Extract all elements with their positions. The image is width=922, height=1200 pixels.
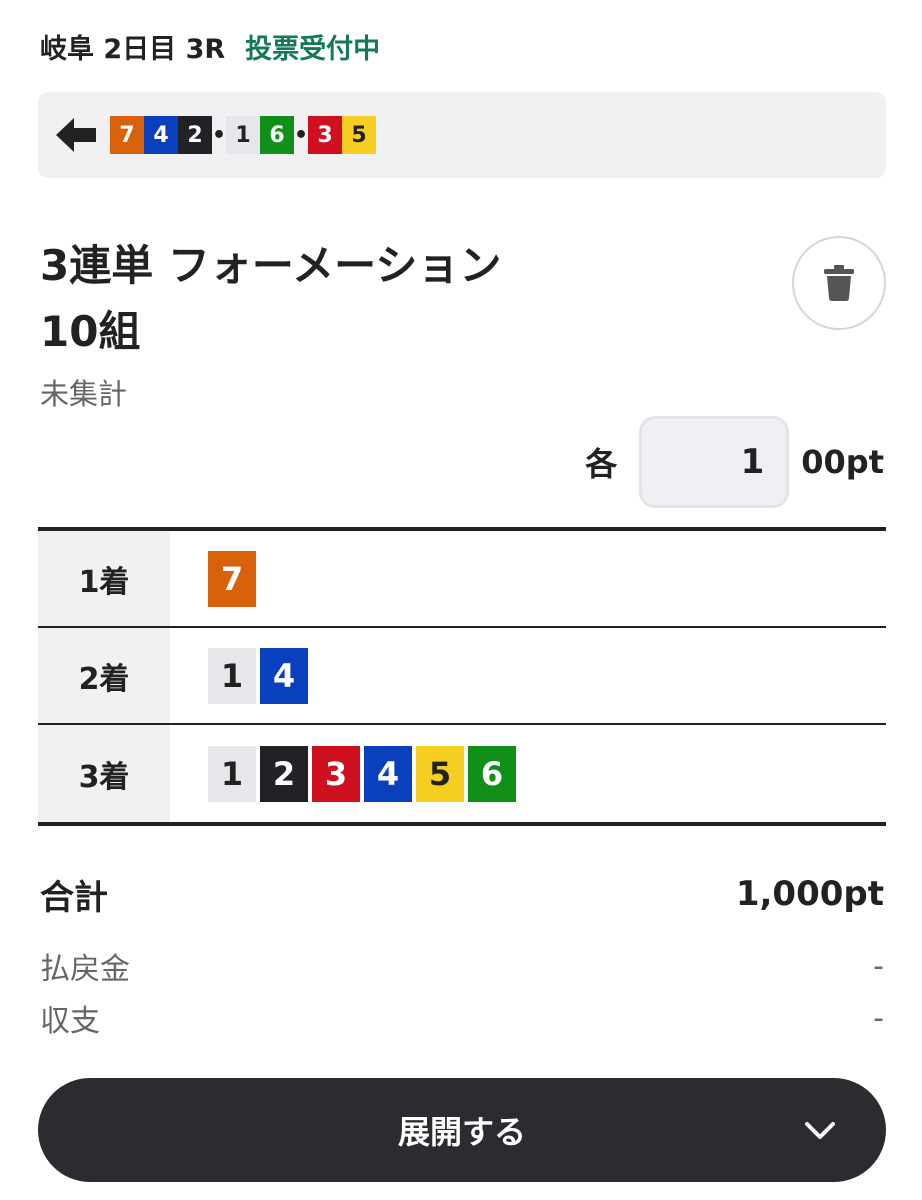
number-chip-4: 4 xyxy=(364,745,412,802)
line-chip-3: 3 xyxy=(308,116,342,154)
payout-row: 払戻金 - xyxy=(40,946,884,988)
number-chip-5: 5 xyxy=(416,745,464,802)
table-row: 3着 123456 xyxy=(38,725,886,822)
balance-label: 収支 xyxy=(40,1004,100,1039)
total-value: 1,000pt xyxy=(735,874,884,914)
number-chip-2: 2 xyxy=(260,745,308,802)
number-chip-7: 7 xyxy=(208,550,256,607)
expand-label: 展開する xyxy=(397,1113,526,1151)
line-chip-7: 7 xyxy=(110,116,144,154)
line-chip-5: 5 xyxy=(342,116,376,154)
line-chip-group: 7 4 2 • 1 6 • 3 5 xyxy=(110,116,376,154)
betting-status: 投票受付中 xyxy=(245,33,381,65)
line-prediction-bar: 7 4 2 • 1 6 • 3 5 xyxy=(38,92,886,178)
line-chip-1: 1 xyxy=(226,116,260,154)
trash-icon xyxy=(824,265,854,301)
number-chip-1: 1 xyxy=(208,745,256,802)
delete-button[interactable] xyxy=(792,236,886,330)
stake-unit: 00pt xyxy=(801,443,884,481)
line-chip-4: 4 xyxy=(144,116,178,154)
line-chip-6: 6 xyxy=(260,116,294,154)
number-chip-3: 3 xyxy=(312,745,360,802)
bet-type: 3連単 フォーメーション xyxy=(40,241,502,290)
tally-status: 未集計 xyxy=(40,377,128,411)
formation-table: 1着 7 2着 14 3着 123456 xyxy=(38,527,886,826)
row-label-1st: 1着 xyxy=(38,531,170,626)
total-label: 合計 xyxy=(40,877,108,918)
arrow-left-icon xyxy=(56,115,96,155)
number-chip-6: 6 xyxy=(468,745,516,802)
row-chips-1st: 7 xyxy=(170,531,256,626)
line-separator: • xyxy=(212,122,227,148)
row-chips-3rd: 123456 xyxy=(170,725,516,822)
line-chip-2: 2 xyxy=(178,116,212,154)
table-row: 1着 7 xyxy=(38,531,886,628)
payout-label: 払戻金 xyxy=(40,952,130,987)
line-separator: • xyxy=(294,122,309,148)
number-chip-4: 4 xyxy=(260,647,308,704)
table-row: 2着 14 xyxy=(38,628,886,725)
balance-row: 収支 - xyxy=(40,998,884,1040)
number-chip-1: 1 xyxy=(208,647,256,704)
total-row: 合計 1,000pt xyxy=(40,870,884,918)
expand-button[interactable]: 展開する xyxy=(38,1078,886,1182)
stake-row: 各 1 00pt xyxy=(585,416,884,508)
chevron-down-icon xyxy=(805,1122,835,1139)
row-label-3rd: 3着 xyxy=(38,725,170,822)
balance-value: - xyxy=(873,1000,884,1036)
bet-count: 10組 xyxy=(40,307,141,356)
stake-label: 各 xyxy=(585,445,618,483)
race-header: 岐阜 2日目 3R 投票受付中 xyxy=(40,26,380,66)
row-label-2nd: 2着 xyxy=(38,628,170,723)
row-chips-2nd: 14 xyxy=(170,628,308,723)
payout-value: - xyxy=(873,948,884,984)
stake-input[interactable]: 1 xyxy=(639,416,790,508)
race-title: 岐阜 2日目 3R xyxy=(40,33,226,65)
